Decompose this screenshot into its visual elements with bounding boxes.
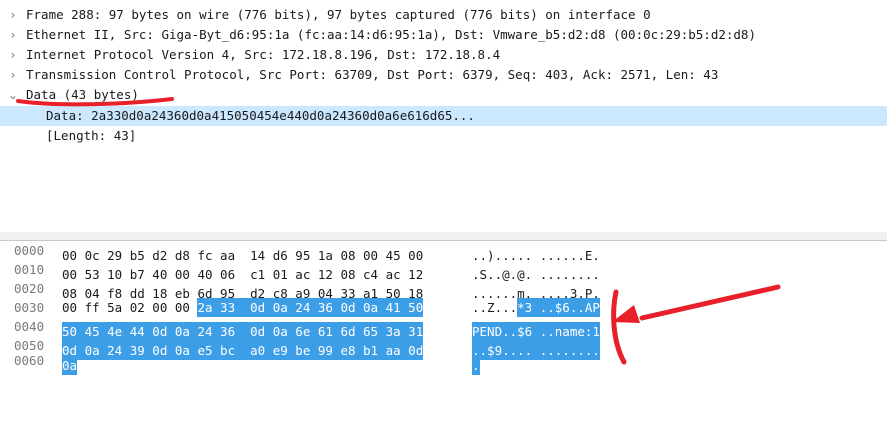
byte-offset: 0020 — [14, 281, 45, 296]
ascii-highlighted: *3 ..$6..AP — [517, 298, 600, 317]
byte-row: 0000 00 0c 29 b5 d2 d8 fc aa 14 d6 95 1a… — [0, 241, 887, 263]
hex-bytes[interactable]: 00 0c 29 b5 d2 d8 fc aa 14 d6 95 1a 08 0… — [62, 241, 423, 263]
pane-splitter[interactable] — [0, 232, 887, 241]
tree-row-label: Internet Protocol Version 4, Src: 172.18… — [26, 47, 501, 62]
tree-row-ethernet[interactable]: › Ethernet II, Src: Giga-Byt_d6:95:1a (f… — [0, 25, 887, 45]
tree-row-tcp[interactable]: › Transmission Control Protocol, Src Por… — [0, 65, 887, 85]
chevron-down-icon[interactable]: ⌄ — [6, 85, 20, 105]
ascii-bytes[interactable]: . — [472, 351, 480, 375]
byte-row: 0010 00 53 10 b7 40 00 40 06 c1 01 ac 12… — [0, 260, 887, 282]
tree-row-frame[interactable]: › Frame 288: 97 bytes on wire (776 bits)… — [0, 5, 887, 25]
packet-details-pane[interactable]: › Frame 288: 97 bytes on wire (776 bits)… — [0, 0, 887, 233]
tree-row-label: [Length: 43] — [46, 128, 137, 143]
tree-row-data-length[interactable]: [Length: 43] — [0, 126, 887, 146]
hex-bytes[interactable]: 00 53 10 b7 40 00 40 06 c1 01 ac 12 08 c… — [62, 260, 423, 282]
tree-row-data[interactable]: ⌄ Data (43 bytes) — [0, 85, 887, 105]
ascii-highlighted: . — [472, 356, 480, 375]
byte-offset: 0010 — [14, 262, 45, 277]
byte-row: 0020 08 04 f8 dd 18 eb 6d 95 d2 c8 a9 04… — [0, 279, 887, 301]
ascii-bytes[interactable]: ..)..... ......E. — [472, 241, 600, 263]
tree-row-label: Ethernet II, Src: Giga-Byt_d6:95:1a (fc:… — [26, 27, 756, 42]
ascii-plain: ..Z... — [472, 300, 518, 315]
chevron-right-icon[interactable]: › — [6, 5, 20, 25]
tree-row-ipv4[interactable]: › Internet Protocol Version 4, Src: 172.… — [0, 45, 887, 65]
ascii-bytes[interactable]: ......m. ....3.P. — [472, 279, 600, 301]
byte-offset: 0030 — [14, 300, 45, 315]
tree-row-label: Transmission Control Protocol, Src Port:… — [26, 67, 719, 82]
byte-row: 0030 00 ff 5a 02 00 00 2a 33 0d 0a 24 36… — [0, 298, 887, 317]
hex-bytes[interactable]: 00 ff 5a 02 00 00 2a 33 0d 0a 24 36 0d 0… — [62, 298, 424, 317]
tree-row-label: Data: 2a330d0a24360d0a415050454e440d0a24… — [46, 108, 475, 123]
byte-row: 0060 0a . — [0, 351, 887, 375]
byte-offset: 0060 — [14, 353, 45, 368]
ascii-bytes[interactable]: .S..@.@. ........ — [472, 260, 600, 282]
byte-offset: 0040 — [14, 319, 45, 334]
ascii-bytes[interactable]: PEND..$6 ..name:1 — [472, 317, 600, 341]
chevron-right-icon[interactable]: › — [6, 45, 20, 65]
chevron-right-icon[interactable]: › — [6, 25, 20, 45]
hex-plain: 00 ff 5a 02 00 00 — [62, 300, 198, 315]
tree-row-label: Frame 288: 97 bytes on wire (776 bits), … — [26, 7, 651, 22]
ascii-bytes[interactable]: ..Z...*3 ..$6..AP — [472, 298, 600, 317]
tree-row-data-value[interactable]: Data: 2a330d0a24360d0a415050454e440d0a24… — [0, 106, 887, 126]
byte-row: 0040 50 45 4e 44 0d 0a 24 36 0d 0a 6e 61… — [0, 317, 887, 341]
hex-highlighted: 2a 33 0d 0a 24 36 0d 0a 41 50 — [197, 298, 424, 317]
hex-bytes[interactable]: 08 04 f8 dd 18 eb 6d 95 d2 c8 a9 04 33 a… — [62, 279, 423, 301]
hex-bytes[interactable]: 0a — [62, 351, 78, 375]
chevron-right-icon[interactable]: › — [6, 65, 20, 85]
hex-bytes[interactable]: 50 45 4e 44 0d 0a 24 36 0d 0a 6e 61 6d 6… — [62, 317, 424, 341]
tree-row-label: Data (43 bytes) — [26, 87, 139, 102]
byte-offset: 0000 — [14, 243, 45, 258]
packet-bytes-pane[interactable]: 0000 00 0c 29 b5 d2 d8 fc aa 14 d6 95 1a… — [0, 241, 887, 375]
hex-highlighted: 0a — [62, 356, 78, 375]
